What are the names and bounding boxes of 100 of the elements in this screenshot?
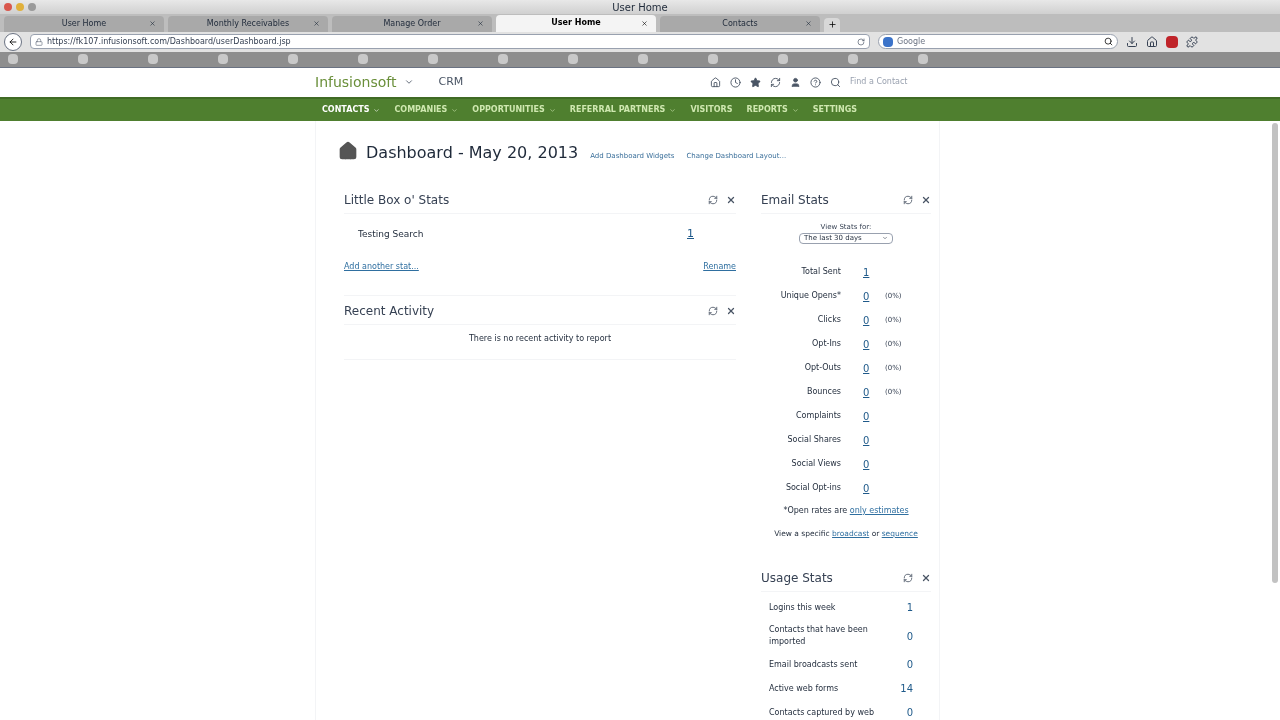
bookmark-icon[interactable]	[568, 54, 578, 65]
bookmark-icon[interactable]	[498, 54, 508, 65]
refresh-icon[interactable]	[708, 195, 718, 206]
browser-tab[interactable]: User Home	[4, 15, 164, 32]
nav-item[interactable]: VISITORS	[690, 104, 733, 117]
stat-value[interactable]: 0	[863, 456, 885, 472]
stat-value[interactable]: 0	[863, 384, 885, 400]
empty-message: There is no recent activity to report	[344, 332, 736, 360]
bookmark-icon[interactable]	[288, 54, 298, 65]
browser-tab[interactable]: Manage Order	[332, 15, 492, 32]
close-tab-icon[interactable]	[149, 20, 156, 28]
back-button[interactable]	[4, 32, 22, 51]
widget-title: Little Box o' Stats	[344, 192, 450, 210]
bookmark-icon[interactable]	[358, 54, 368, 65]
stat-value[interactable]: 0	[863, 480, 885, 496]
stat-label: Opt-Ins	[811, 338, 841, 351]
nav-item[interactable]: OPPORTUNITIES	[472, 104, 556, 117]
lock-icon	[35, 37, 43, 46]
nav-item[interactable]: CONTACTS	[322, 104, 381, 117]
stat-value[interactable]: 0	[863, 408, 885, 424]
close-tab-icon[interactable]	[641, 19, 648, 27]
nav-item[interactable]: REFERRAL PARTNERS	[569, 104, 677, 117]
rename-link[interactable]: Rename	[703, 260, 736, 273]
reload-icon[interactable]	[857, 37, 865, 46]
browser-tab[interactable]: Contacts	[660, 15, 820, 32]
address-field[interactable]: https://fk107.infusionsoft.com/Dashboard/userDashboard.jsp	[30, 34, 870, 50]
stat-value[interactable]: 1	[863, 264, 885, 280]
scrollbar[interactable]	[1272, 123, 1278, 584]
stat-value[interactable]: 1	[687, 226, 694, 243]
browser-tab[interactable]: Monthly Receivables	[168, 15, 328, 32]
bookmark-icon[interactable]	[708, 54, 718, 65]
close-icon[interactable]	[921, 195, 931, 206]
close-window-icon[interactable]	[4, 3, 12, 11]
stat-value[interactable]: 0	[863, 288, 885, 304]
close-icon[interactable]	[726, 305, 736, 316]
close-tab-icon[interactable]	[477, 20, 484, 28]
bookmark-icon[interactable]	[638, 54, 648, 65]
help-icon[interactable]	[810, 76, 821, 88]
plus-icon	[827, 20, 837, 30]
stat-label: Contacts that have been imported	[769, 624, 869, 648]
refresh-icon[interactable]	[903, 573, 913, 583]
puzzle-icon[interactable]	[1186, 35, 1198, 48]
stat-label: Contacts captured by web	[769, 706, 875, 719]
window-title: User Home	[612, 0, 668, 15]
note-text: *Open rates are	[783, 505, 849, 515]
bookmark-icon[interactable]	[218, 54, 228, 65]
stat-value[interactable]: 0	[863, 312, 885, 328]
stat-label: Email broadcasts sent	[769, 658, 859, 671]
stat-label: Complaints	[794, 410, 841, 423]
nav-item[interactable]: COMPANIES	[394, 104, 459, 117]
widget-title: Email Stats	[761, 192, 829, 210]
close-tab-icon[interactable]	[805, 20, 812, 28]
close-icon[interactable]	[921, 573, 931, 583]
nav-item[interactable]: REPORTS	[746, 104, 799, 117]
close-icon[interactable]	[726, 195, 736, 206]
bookmark-icon[interactable]	[848, 54, 858, 65]
add-stat-link[interactable]: Add another stat...	[344, 260, 419, 273]
sync-icon[interactable]	[770, 76, 781, 88]
stat-label: Unique Opens*	[779, 290, 841, 303]
search-icon[interactable]	[830, 76, 841, 88]
bookmark-icon[interactable]	[148, 54, 158, 65]
search-field[interactable]: Google	[878, 34, 1118, 50]
widget-title: Usage Stats	[761, 570, 833, 587]
stat-label: Logins this week	[769, 601, 837, 614]
stat-label: Social Opt-ins	[784, 482, 841, 495]
addon-icon[interactable]	[1166, 35, 1178, 48]
bookmark-icon[interactable]	[8, 54, 18, 65]
user-icon[interactable]	[790, 76, 801, 88]
bookmark-icon[interactable]	[778, 54, 788, 65]
refresh-icon[interactable]	[708, 305, 718, 316]
star-icon[interactable]	[750, 76, 761, 88]
stat-value[interactable]: 0	[863, 336, 885, 352]
logo[interactable]: Infusionsoft	[315, 71, 397, 93]
estimates-link[interactable]: only estimates	[849, 505, 909, 515]
close-tab-icon[interactable]	[313, 20, 320, 28]
browser-tab[interactable]: User Home	[496, 14, 656, 32]
download-icon[interactable]	[1126, 35, 1138, 48]
nav-item[interactable]: SETTINGS	[812, 104, 858, 117]
stat-value[interactable]: 0	[863, 360, 885, 376]
home-icon	[338, 141, 358, 162]
home-icon[interactable]	[710, 76, 721, 88]
stat-label: Testing Search	[358, 227, 425, 241]
search-icon	[1104, 37, 1113, 47]
refresh-icon[interactable]	[903, 195, 913, 206]
stat-label: Active web forms	[769, 682, 840, 695]
bookmark-icon[interactable]	[78, 54, 88, 65]
stat-value[interactable]: 0	[863, 432, 885, 448]
home-icon[interactable]	[1146, 35, 1158, 48]
google-icon	[883, 36, 893, 47]
caret-icon	[882, 235, 888, 242]
stat-label: Bounces	[806, 386, 841, 399]
zoom-window-icon[interactable]	[28, 3, 36, 11]
stat-value: 0	[906, 706, 913, 720]
clock-icon[interactable]	[730, 76, 741, 88]
bookmark-icon[interactable]	[428, 54, 438, 65]
new-tab-button[interactable]	[824, 17, 840, 32]
bookmark-icon[interactable]	[918, 54, 928, 65]
stat-value: 14	[900, 682, 913, 696]
stat-label: Opt-Outs	[803, 362, 841, 375]
back-arrow-icon	[8, 36, 18, 47]
